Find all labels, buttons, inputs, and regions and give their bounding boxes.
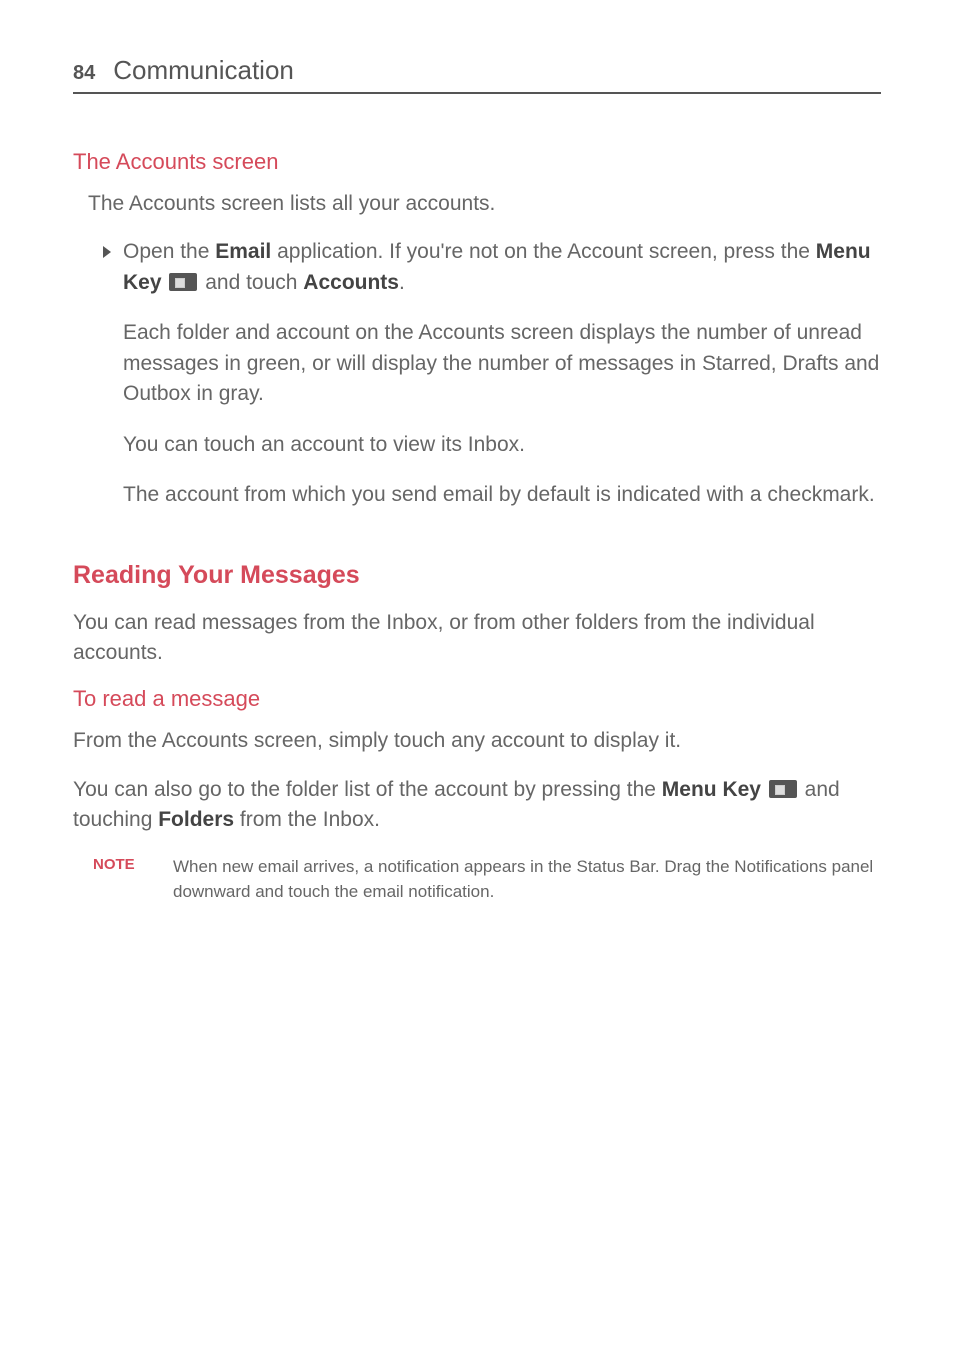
heading-reading-messages: Reading Your Messages bbox=[73, 561, 881, 590]
bullet-p1: Open the Email application. If you're no… bbox=[123, 237, 881, 298]
bullet-p3: You can touch an account to view its Inb… bbox=[123, 430, 881, 460]
section2-p1: You can read messages from the Inbox, or… bbox=[73, 608, 881, 669]
section3-p1: From the Accounts screen, simply touch a… bbox=[73, 726, 881, 756]
page-header: 84 Communication bbox=[73, 55, 881, 94]
menu-key-icon bbox=[169, 273, 197, 291]
section3-p2: You can also go to the folder list of th… bbox=[73, 775, 881, 836]
note-label: NOTE bbox=[93, 854, 173, 905]
bullet-content: Open the Email application. If you're no… bbox=[123, 237, 881, 530]
bullet-p4: The account from which you send email by… bbox=[123, 480, 881, 510]
bullet-p2: Each folder and account on the Accounts … bbox=[123, 318, 881, 409]
bullet-item: Open the Email application. If you're no… bbox=[73, 237, 881, 530]
note-text: When new email arrives, a notification a… bbox=[173, 854, 881, 905]
subheading-accounts-screen: The Accounts screen bbox=[73, 149, 881, 175]
subheading-read-message: To read a message bbox=[73, 686, 881, 712]
note-block: NOTE When new email arrives, a notificat… bbox=[73, 854, 881, 905]
bullet-marker-icon bbox=[103, 246, 111, 258]
menu-key-icon bbox=[769, 780, 797, 798]
header-title: Communication bbox=[113, 55, 294, 86]
page-number: 84 bbox=[73, 62, 95, 85]
intro-text: The Accounts screen lists all your accou… bbox=[73, 189, 881, 219]
